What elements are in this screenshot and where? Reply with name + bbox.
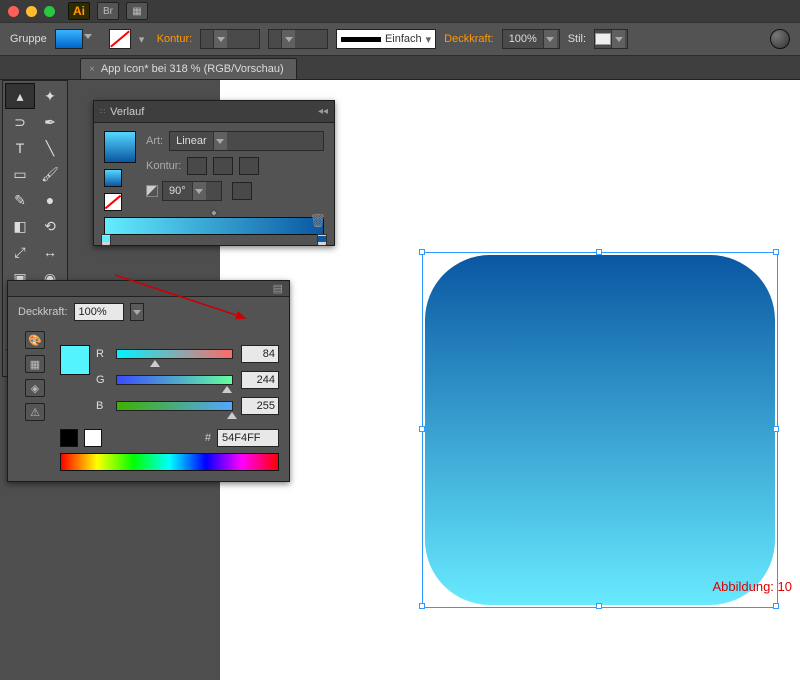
document-tab-title: App Icon* bei 318 % (RGB/Vorschau) bbox=[101, 63, 284, 75]
color-opacity-label: Deckkraft: bbox=[18, 306, 68, 318]
color-opacity-input[interactable]: 100% bbox=[74, 303, 124, 321]
stroke-gradient-along-button[interactable] bbox=[213, 157, 233, 175]
pen-tool[interactable]: ✒ bbox=[35, 109, 65, 135]
opacity-label: Deckkraft: bbox=[444, 33, 494, 45]
angle-icon bbox=[146, 185, 158, 197]
stroke-swatch[interactable] bbox=[109, 29, 131, 49]
aspect-ratio-button[interactable] bbox=[232, 182, 252, 200]
resize-handle[interactable] bbox=[596, 603, 602, 609]
style-label: Stil: bbox=[568, 33, 586, 45]
document-tab[interactable]: × App Icon* bei 318 % (RGB/Vorschau) bbox=[80, 58, 297, 79]
panel-menu-icon[interactable]: ▤ bbox=[273, 282, 283, 295]
hex-input[interactable]: 54F4FF bbox=[217, 429, 279, 447]
paintbrush-tool[interactable]: 🖌 bbox=[35, 161, 65, 187]
gradient-stop-right[interactable] bbox=[317, 234, 327, 246]
close-tab-icon[interactable]: × bbox=[89, 64, 95, 75]
r-slider[interactable] bbox=[116, 349, 233, 359]
color-warning-icon[interactable]: ⚠ bbox=[25, 403, 45, 421]
graphic-style-combo[interactable] bbox=[594, 29, 628, 49]
opacity-dropdown-button[interactable] bbox=[130, 303, 144, 321]
zoom-window-button[interactable] bbox=[44, 6, 55, 17]
b-slider[interactable] bbox=[116, 401, 233, 411]
lasso-tool[interactable]: ⊃ bbox=[5, 109, 35, 135]
color-3d-icon[interactable]: ◈ bbox=[25, 379, 45, 397]
resize-handle[interactable] bbox=[773, 249, 779, 255]
gradient-angle-input[interactable]: 90° bbox=[162, 181, 222, 201]
type-tool[interactable]: T bbox=[5, 135, 35, 161]
minimize-window-button[interactable] bbox=[26, 6, 37, 17]
panel-collapse-icon[interactable]: ◂◂ bbox=[318, 106, 328, 117]
control-bar: Gruppe ▾ Kontur: Einfach▾ Deckkraft: 100… bbox=[0, 22, 800, 56]
rectangle-tool[interactable]: ▭ bbox=[5, 161, 35, 187]
delete-stop-icon[interactable]: 🗑 bbox=[309, 213, 326, 229]
bridge-button[interactable]: Br bbox=[97, 2, 119, 20]
gradient-fill-button[interactable] bbox=[104, 169, 122, 187]
gradient-type-label: Art: bbox=[146, 135, 163, 147]
gradient-panel-title: Verlauf bbox=[110, 106, 144, 118]
g-value-input[interactable]: 244 bbox=[241, 371, 279, 389]
r-label: R bbox=[96, 348, 108, 360]
brush-definition-combo[interactable]: Einfach▾ bbox=[336, 29, 436, 49]
close-window-button[interactable] bbox=[8, 6, 19, 17]
pencil-tool[interactable]: ✎ bbox=[5, 187, 35, 213]
figure-caption: Abbildung: 10 bbox=[712, 579, 792, 594]
resize-handle[interactable] bbox=[419, 603, 425, 609]
selection-tool[interactable]: ▴ bbox=[5, 83, 35, 109]
blob-brush-tool[interactable]: ● bbox=[35, 187, 65, 213]
r-value-input[interactable]: 84 bbox=[241, 345, 279, 363]
resize-handle[interactable] bbox=[773, 426, 779, 432]
gradient-panel-header[interactable]: ∷ Verlauf ◂◂ bbox=[94, 101, 334, 123]
color-panel-sidebar: 🎨 ▦ ◈ ⚠ bbox=[18, 331, 52, 471]
stroke-weight-combo[interactable] bbox=[200, 29, 260, 49]
color-spectrum[interactable] bbox=[60, 453, 279, 471]
illustrator-logo: Ai bbox=[68, 2, 90, 20]
g-slider[interactable] bbox=[116, 375, 233, 385]
document-tab-bar: × App Icon* bei 318 % (RGB/Vorschau) bbox=[0, 56, 800, 80]
b-label: B bbox=[96, 400, 108, 412]
black-chip[interactable] bbox=[60, 429, 78, 447]
fill-swatch[interactable] bbox=[55, 29, 83, 49]
color-guide-icon[interactable]: ▦ bbox=[25, 355, 45, 373]
variable-width-combo[interactable] bbox=[268, 29, 328, 49]
stroke-label: Kontur: bbox=[157, 33, 192, 45]
magic-wand-tool[interactable]: ✦ bbox=[35, 83, 65, 109]
gradient-ramp[interactable] bbox=[104, 217, 324, 235]
selection-type-label: Gruppe bbox=[10, 33, 47, 45]
opacity-combo[interactable]: 100% bbox=[502, 29, 560, 49]
panel-grip-icon: ∷ bbox=[100, 107, 104, 116]
resize-handle[interactable] bbox=[773, 603, 779, 609]
hex-label: # bbox=[205, 432, 211, 444]
color-panel-header[interactable]: ▤ bbox=[8, 281, 289, 297]
stroke-gradient-across-button[interactable] bbox=[239, 157, 259, 175]
g-label: G bbox=[96, 374, 108, 386]
gradient-stroke-label: Kontur: bbox=[146, 160, 181, 172]
eraser-tool[interactable]: ◧ bbox=[5, 213, 35, 239]
arrange-documents-button[interactable]: ▦ bbox=[126, 2, 148, 20]
b-value-input[interactable]: 255 bbox=[241, 397, 279, 415]
rotate-tool[interactable]: ⟲ bbox=[35, 213, 65, 239]
width-tool[interactable]: ↔ bbox=[35, 239, 65, 265]
foreground-color-swatch[interactable] bbox=[60, 345, 90, 375]
gradient-stroke-button[interactable] bbox=[104, 193, 122, 211]
gradient-type-combo[interactable]: Linear bbox=[169, 131, 324, 151]
color-palette-icon[interactable]: 🎨 bbox=[25, 331, 45, 349]
line-tool[interactable]: ╲ bbox=[35, 135, 65, 161]
resize-handle[interactable] bbox=[419, 426, 425, 432]
document-setup-button[interactable] bbox=[770, 29, 790, 49]
scale-tool[interactable]: ⤢ bbox=[5, 239, 35, 265]
selection-bounding-box bbox=[422, 252, 778, 608]
gradient-preview-swatch[interactable] bbox=[104, 131, 136, 163]
resize-handle[interactable] bbox=[419, 249, 425, 255]
stroke-gradient-within-button[interactable] bbox=[187, 157, 207, 175]
white-chip[interactable] bbox=[84, 429, 102, 447]
gradient-panel: ∷ Verlauf ◂◂ Art: Linear Kontur: bbox=[93, 100, 335, 246]
color-panel: ▤ Deckkraft: 100% 🎨 ▦ ◈ ⚠ R bbox=[7, 280, 290, 482]
mac-titlebar: Ai Br ▦ bbox=[0, 0, 800, 22]
resize-handle[interactable] bbox=[596, 249, 602, 255]
gradient-stop-left[interactable] bbox=[101, 234, 111, 246]
